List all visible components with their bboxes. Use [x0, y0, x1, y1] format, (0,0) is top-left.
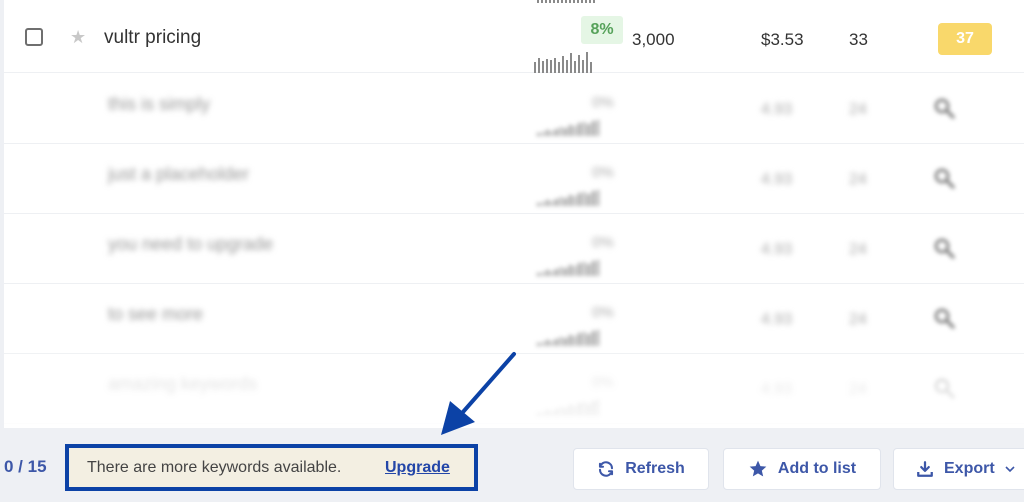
- keyword-text: you need to upgrade: [108, 234, 274, 254]
- trend-sparkline: [537, 118, 600, 136]
- pd-value: 24: [849, 171, 867, 188]
- keyword-text: this is simply: [108, 94, 211, 114]
- keyword-text: just a placeholder: [108, 164, 250, 184]
- table-row: you need to upgrade 0% 4.93 24: [4, 214, 1024, 284]
- upgrade-notice: There are more keywords available. Upgra…: [65, 444, 478, 491]
- difficulty-value: 0%: [592, 234, 614, 251]
- cpc-value: 4.93: [761, 311, 793, 328]
- pd-value: 24: [849, 241, 867, 258]
- cpc-value: 4.93: [761, 101, 793, 118]
- upgrade-link[interactable]: Upgrade: [385, 459, 450, 477]
- difficulty-value: 0%: [592, 304, 614, 321]
- refresh-icon: [599, 461, 614, 477]
- cpc-value: 4.93: [761, 171, 793, 188]
- difficulty-value: 0%: [592, 94, 614, 111]
- magnifier-icon: [934, 98, 955, 119]
- trend-sparkline: [534, 51, 596, 73]
- notice-text: There are more keywords available.: [87, 459, 342, 476]
- difficulty-badge: 8%: [581, 16, 623, 44]
- refresh-label: Refresh: [625, 460, 685, 477]
- trend-sparkline: [537, 258, 600, 276]
- page-count: 0 / 15: [4, 457, 47, 476]
- trend-sparkline: [537, 328, 600, 346]
- pd-value: 24: [849, 101, 867, 118]
- cpc-value: $3.53: [761, 30, 804, 49]
- keyword-text: amazing keywords: [108, 374, 258, 394]
- chevron-down-icon[interactable]: [1005, 464, 1015, 474]
- sd-badge: 37: [938, 23, 992, 55]
- magnifier-icon: [934, 238, 955, 259]
- keyword-text: to see more: [108, 304, 204, 324]
- keyword-text[interactable]: vultr pricing: [104, 27, 201, 49]
- add-to-list-label: Add to list: [777, 460, 857, 477]
- search-volume: 3,000: [632, 30, 675, 49]
- difficulty-value: 0%: [592, 164, 614, 181]
- export-button[interactable]: Export: [893, 448, 1024, 490]
- cpc-value: 4.93: [761, 241, 793, 258]
- magnifier-icon: [934, 378, 955, 399]
- trend-sparkline: [537, 188, 600, 206]
- download-icon: [917, 461, 933, 477]
- magnifier-icon: [934, 168, 955, 189]
- table-row: amazing keywords 0% 4.93 24: [4, 354, 1024, 424]
- pd-value: 24: [849, 381, 867, 398]
- row-checkbox[interactable]: [25, 28, 43, 46]
- pd-value: 24: [849, 311, 867, 328]
- refresh-button[interactable]: Refresh: [573, 448, 709, 490]
- export-label: Export: [944, 460, 995, 477]
- keyword-table: ★ vultr pricing 8% 3,000 $3.53 33 37 thi…: [4, 0, 1024, 428]
- pd-value: 33: [849, 30, 868, 49]
- cpc-value: 4.93: [761, 381, 793, 398]
- difficulty-value: 0%: [592, 374, 614, 391]
- table-row: to see more 0% 4.93 24: [4, 284, 1024, 354]
- star-icon: [749, 460, 767, 477]
- trend-sparkline: [537, 398, 600, 416]
- table-row: just a placeholder 0% 4.93 24: [4, 144, 1024, 214]
- table-row: ★ vultr pricing 8% 3,000 $3.53 33 37: [4, 3, 1024, 73]
- table-row: this is simply 0% 4.93 24: [4, 74, 1024, 144]
- star-icon[interactable]: ★: [70, 27, 86, 47]
- magnifier-icon: [934, 308, 955, 329]
- add-to-list-button[interactable]: Add to list: [723, 448, 881, 490]
